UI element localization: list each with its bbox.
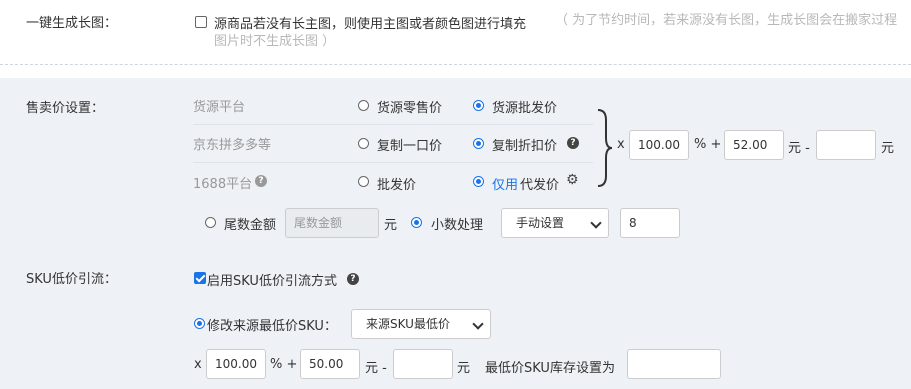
question-circle-icon[interactable]: ? — [347, 273, 359, 285]
sku-formula-yuan: 元 — [457, 361, 471, 376]
brace-icon — [597, 109, 613, 187]
radio-decimal-handling[interactable] — [411, 217, 422, 228]
option-only-use-prefix[interactable]: 仅用 — [492, 174, 518, 193]
modify-lowest-sku-label[interactable]: 修改来源最低价SKU： — [207, 315, 337, 334]
row-divider — [193, 162, 593, 163]
formula-x-label: x — [617, 137, 625, 152]
question-circle-icon[interactable]: ? — [255, 175, 267, 187]
decimal-value-input[interactable]: 8 — [620, 208, 680, 238]
platform-label-jd-pdd: 京东拼多多等 — [193, 138, 272, 153]
tail-amount-input[interactable]: 尾数金额 — [285, 208, 379, 238]
option-wholesale-price[interactable]: 批发价 — [377, 174, 416, 193]
sku-multiplier-input[interactable]: 100.00 — [206, 349, 266, 379]
price-addend-input[interactable]: 52.00 — [724, 130, 784, 160]
long-image-hint-line2: 图片时不生成长图 ） — [214, 34, 336, 49]
radio-source-retail[interactable] — [358, 100, 369, 111]
platform-label-source: 货源平台 — [193, 100, 246, 115]
long-image-section — [0, 0, 911, 65]
sku-enable-checkbox[interactable] — [194, 272, 206, 284]
chevron-down-icon — [472, 318, 484, 330]
decimal-handling-label[interactable]: 小数处理 — [431, 214, 483, 233]
price-multiplier-input[interactable]: 100.00 — [629, 130, 689, 160]
price-settings-label: 售卖价设置： — [26, 101, 105, 116]
chevron-down-icon — [590, 217, 602, 229]
option-source-retail[interactable]: 货源零售价 — [377, 97, 442, 116]
section-divider — [0, 64, 911, 65]
sku-formula-percent-plus: % + — [270, 357, 298, 372]
formula-yuan-minus: 元 - — [788, 141, 810, 156]
long-image-hint-line1: （ 为了节约时间，若来源没有长图，生成长图会在搬家过程 — [555, 13, 898, 28]
option-source-wholesale[interactable]: 货源批发价 — [492, 97, 557, 116]
price-subtract-input[interactable] — [816, 130, 876, 160]
long-image-checkbox-label[interactable]: 源商品若没有长主图，则使用主图或者颜色图进行填充 — [214, 13, 526, 32]
sku-formula-yuan-minus: 元 - — [365, 361, 387, 376]
row-divider — [193, 124, 593, 125]
sku-enable-label[interactable]: 启用SKU低价引流方式 — [207, 270, 337, 289]
tail-yuan: 元 — [384, 218, 398, 233]
formula-yuan: 元 — [881, 141, 895, 156]
radio-tail-amount[interactable] — [205, 217, 216, 228]
radio-source-wholesale[interactable] — [473, 100, 484, 111]
question-circle-icon[interactable]: ? — [567, 137, 579, 149]
tail-amount-label[interactable]: 尾数金额 — [224, 214, 276, 233]
formula-percent-plus: % + — [694, 137, 722, 152]
radio-modify-lowest-sku[interactable] — [194, 318, 205, 329]
option-dropship-price[interactable]: 代发价 — [520, 174, 559, 193]
sku-source-value: 来源SKU最低价 — [366, 317, 450, 331]
sku-addend-input[interactable]: 50.00 — [300, 349, 360, 379]
sku-source-select[interactable]: 来源SKU最低价 — [351, 309, 491, 339]
gear-icon[interactable]: ⚙ — [566, 173, 579, 187]
option-copy-fixed-price[interactable]: 复制一口价 — [377, 135, 442, 154]
radio-wholesale-price[interactable] — [358, 176, 369, 187]
radio-dropship-price[interactable] — [473, 176, 484, 187]
sku-subtract-input[interactable] — [393, 349, 453, 379]
sku-stock-input[interactable] — [627, 349, 721, 379]
radio-copy-discount-price[interactable] — [473, 138, 484, 149]
platform-label-1688: 1688平台 — [193, 177, 253, 192]
sku-low-price-label: SKU低价引流： — [26, 272, 117, 287]
long-image-label: 一键生成长图： — [26, 16, 118, 31]
radio-copy-fixed-price[interactable] — [358, 138, 369, 149]
sku-formula-x-label: x — [194, 357, 202, 372]
option-copy-discount-price[interactable]: 复制折扣价 — [492, 135, 557, 154]
long-image-checkbox[interactable] — [195, 16, 207, 28]
decimal-mode-select[interactable]: 手动设置 — [501, 208, 609, 238]
sku-stock-label: 最低价SKU库存设置为 — [485, 361, 615, 376]
decimal-mode-value: 手动设置 — [516, 216, 565, 230]
